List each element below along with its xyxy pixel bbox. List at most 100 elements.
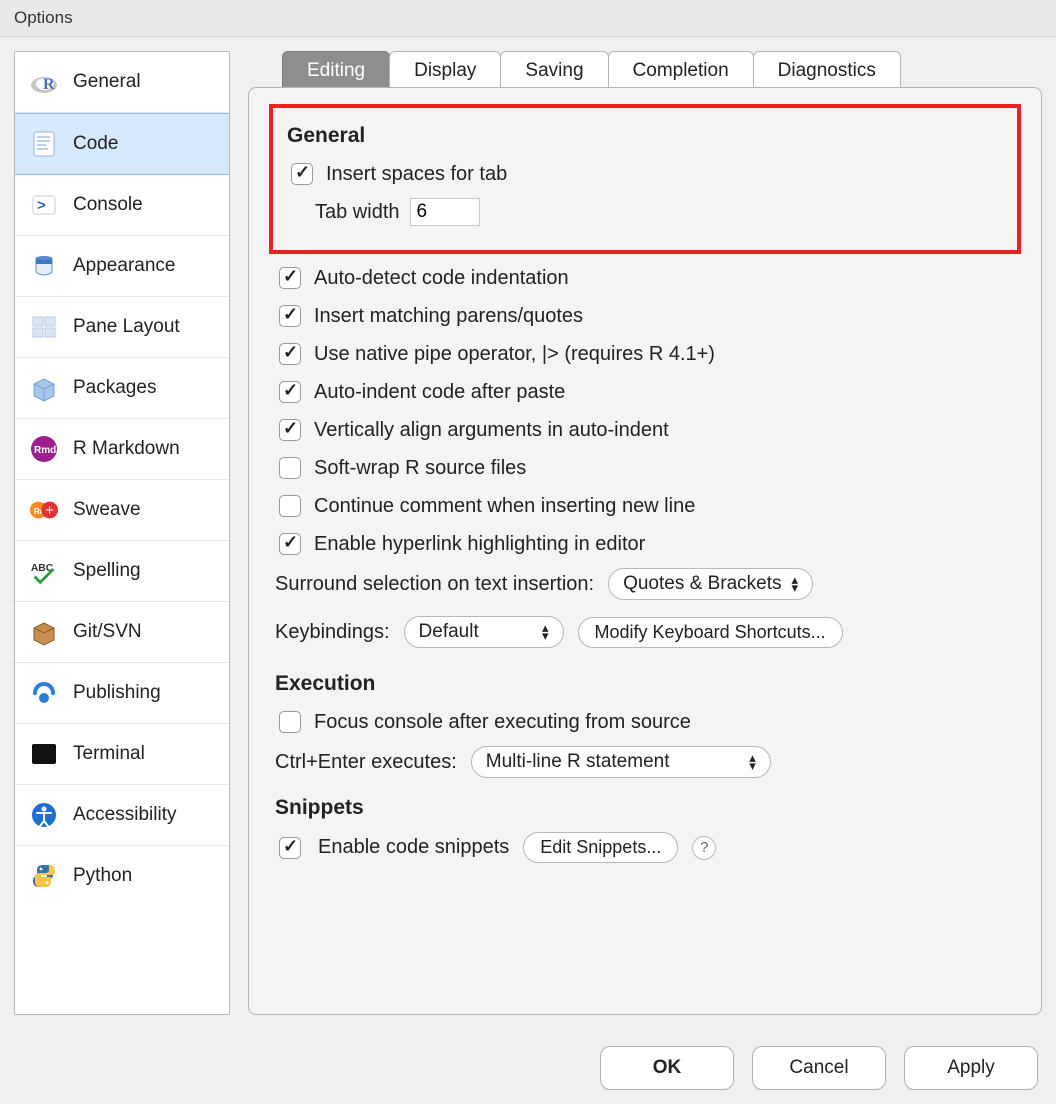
- checkbox-label: Continue comment when inserting new line: [314, 495, 695, 518]
- category-sidebar: R General Code > Console Appearance: [14, 51, 230, 1015]
- sidebar-item-appearance[interactable]: Appearance: [15, 236, 229, 297]
- up-down-arrows-icon: ▴▾: [749, 754, 756, 770]
- sidebar-item-git-svn[interactable]: Git/SVN: [15, 602, 229, 663]
- checkbox-label: Enable hyperlink highlighting in editor: [314, 533, 645, 556]
- sidebar-item-label: Spelling: [73, 560, 141, 582]
- sidebar-item-packages[interactable]: Packages: [15, 358, 229, 419]
- ok-button[interactable]: OK: [600, 1046, 734, 1090]
- sidebar-item-label: Code: [73, 133, 118, 155]
- checkbox-label: Auto-detect code indentation: [314, 267, 569, 290]
- tab-display[interactable]: Display: [389, 51, 501, 88]
- keybindings-label: Keybindings:: [275, 621, 390, 644]
- surround-label: Surround selection on text insertion:: [275, 573, 594, 596]
- tab-bar: Editing Display Saving Completion Diagno…: [282, 51, 1042, 88]
- surround-select[interactable]: Quotes & Brackets ▴▾: [608, 568, 813, 600]
- editing-panel: General Insert spaces for tab Tab width …: [248, 87, 1042, 1015]
- python-icon: [29, 861, 59, 891]
- apply-button[interactable]: Apply: [904, 1046, 1038, 1090]
- dialog-footer: OK Cancel Apply: [600, 1046, 1038, 1090]
- terminal-icon: [29, 739, 59, 769]
- window-titlebar: Options: [0, 0, 1056, 37]
- sidebar-item-terminal[interactable]: Terminal: [15, 724, 229, 785]
- modify-shortcuts-button[interactable]: Modify Keyboard Shortcuts...: [578, 617, 843, 648]
- rmd-icon: Rmd: [29, 434, 59, 464]
- r-logo-icon: R: [29, 67, 59, 97]
- sidebar-item-general[interactable]: R General: [15, 52, 229, 113]
- sidebar-item-python[interactable]: Python: [15, 846, 229, 906]
- svg-text:Rmd: Rmd: [34, 445, 56, 456]
- sidebar-item-label: Publishing: [73, 682, 161, 704]
- sidebar-item-label: Console: [73, 194, 143, 216]
- up-down-arrows-icon: ▴▾: [542, 624, 549, 640]
- sidebar-item-label: General: [73, 71, 141, 93]
- tab-saving[interactable]: Saving: [500, 51, 608, 88]
- sidebar-item-publishing[interactable]: Publishing: [15, 663, 229, 724]
- keybindings-select[interactable]: Default ▴▾: [404, 616, 564, 648]
- box-icon: [29, 373, 59, 403]
- dialog-body: R General Code > Console Appearance: [0, 37, 1056, 1029]
- sidebar-item-label: Python: [73, 865, 132, 887]
- checkbox-label: Insert matching parens/quotes: [314, 305, 583, 328]
- svg-text:R: R: [43, 76, 55, 93]
- sidebar-item-label: Pane Layout: [73, 316, 180, 338]
- checkbox-auto-indent-paste[interactable]: [279, 381, 301, 403]
- sidebar-item-accessibility[interactable]: Accessibility: [15, 785, 229, 846]
- sidebar-item-label: Accessibility: [73, 804, 176, 826]
- sidebar-item-label: Terminal: [73, 743, 145, 765]
- snippets-heading: Snippets: [275, 796, 1015, 820]
- tab-diagnostics[interactable]: Diagnostics: [753, 51, 901, 88]
- tab-width-label: Tab width: [315, 201, 400, 224]
- sidebar-item-spelling[interactable]: ABC Spelling: [15, 541, 229, 602]
- paint-bucket-icon: [29, 251, 59, 281]
- checkbox-softwrap[interactable]: [279, 457, 301, 479]
- ctrl-enter-label: Ctrl+Enter executes:: [275, 751, 457, 774]
- checkbox-enable-snippets[interactable]: [279, 837, 301, 859]
- accessibility-icon: [29, 800, 59, 830]
- sidebar-item-pane-layout[interactable]: Pane Layout: [15, 297, 229, 358]
- select-value: Multi-line R statement: [486, 751, 670, 773]
- document-icon: [29, 129, 59, 159]
- checkbox-label: Soft-wrap R source files: [314, 457, 526, 480]
- checkbox-continue-comment[interactable]: [279, 495, 301, 517]
- sidebar-item-code[interactable]: Code: [15, 113, 229, 175]
- select-value: Default: [419, 621, 479, 643]
- cancel-button[interactable]: Cancel: [752, 1046, 886, 1090]
- sidebar-item-label: Packages: [73, 377, 156, 399]
- execution-heading: Execution: [275, 672, 1015, 696]
- up-down-arrows-icon: ▴▾: [791, 576, 798, 592]
- sidebar-item-label: Sweave: [73, 499, 141, 521]
- select-value: Quotes & Brackets: [623, 573, 781, 595]
- cardboard-box-icon: [29, 617, 59, 647]
- checkbox-hyperlink-highlight[interactable]: [279, 533, 301, 555]
- checkbox-label: Focus console after executing from sourc…: [314, 711, 691, 734]
- checkbox-auto-detect-indent[interactable]: [279, 267, 301, 289]
- sidebar-item-sweave[interactable]: Rnw Sweave: [15, 480, 229, 541]
- checkbox-valign-args[interactable]: [279, 419, 301, 441]
- sidebar-item-console[interactable]: > Console: [15, 175, 229, 236]
- svg-text:>: >: [37, 197, 46, 214]
- checkbox-label: Use native pipe operator, |> (requires R…: [314, 343, 715, 366]
- grid-icon: [29, 312, 59, 342]
- prompt-icon: >: [29, 190, 59, 220]
- edit-snippets-button[interactable]: Edit Snippets...: [523, 832, 678, 863]
- checkbox-native-pipe[interactable]: [279, 343, 301, 365]
- content-area: Editing Display Saving Completion Diagno…: [248, 51, 1042, 1015]
- checkbox-focus-console[interactable]: [279, 711, 301, 733]
- checkbox-label: Insert spaces for tab: [326, 163, 507, 186]
- sidebar-item-label: R Markdown: [73, 438, 180, 460]
- tab-completion[interactable]: Completion: [608, 51, 754, 88]
- abc-check-icon: ABC: [29, 556, 59, 586]
- sweave-icon: Rnw: [29, 495, 59, 525]
- tab-editing[interactable]: Editing: [282, 51, 390, 88]
- tab-width-input[interactable]: [410, 198, 480, 226]
- highlight-annotation: General Insert spaces for tab Tab width: [269, 104, 1021, 254]
- window-title: Options: [14, 8, 73, 27]
- sidebar-item-rmarkdown[interactable]: Rmd R Markdown: [15, 419, 229, 480]
- sidebar-item-label: Appearance: [73, 255, 175, 277]
- ctrl-enter-select[interactable]: Multi-line R statement ▴▾: [471, 746, 771, 778]
- checkbox-label: Vertically align arguments in auto-inden…: [314, 419, 669, 442]
- sidebar-item-label: Git/SVN: [73, 621, 142, 643]
- checkbox-match-parens[interactable]: [279, 305, 301, 327]
- checkbox-insert-spaces[interactable]: [291, 163, 313, 185]
- help-icon[interactable]: ?: [692, 836, 716, 860]
